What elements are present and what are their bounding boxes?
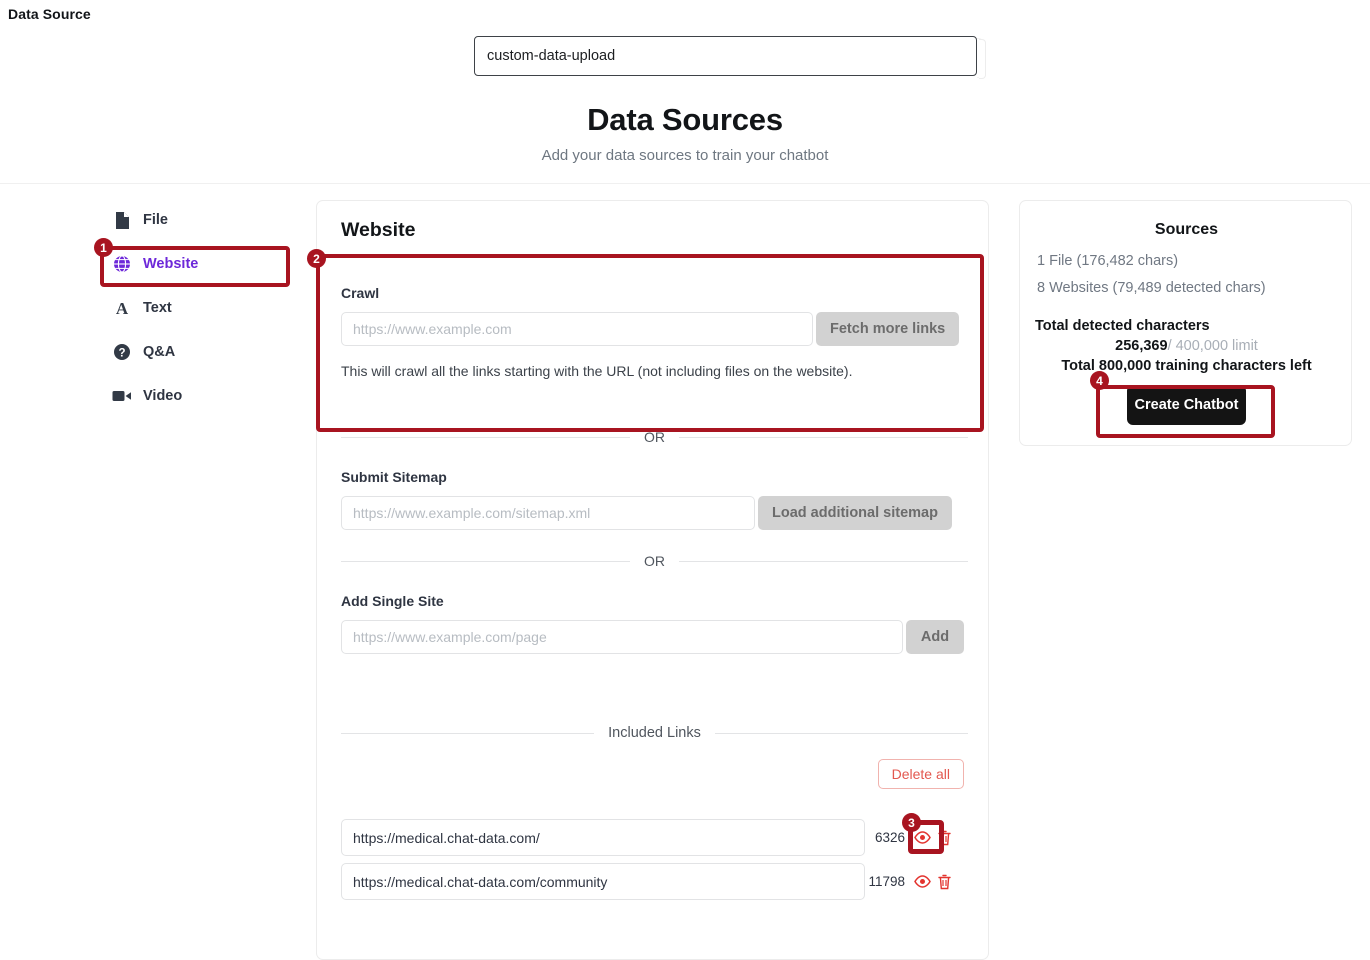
question-circle-icon: ? <box>112 342 132 362</box>
sidebar-item-label: Video <box>143 388 183 404</box>
sources-file-count: 1 File (176,482 chars) <box>1037 253 1179 269</box>
text-a-icon: A <box>112 298 132 318</box>
included-links-label: Included Links <box>608 725 701 741</box>
sitemap-section: Submit Sitemap Load additional sitemap <box>341 469 968 530</box>
sidebar-item-label: File <box>143 212 168 228</box>
trash-icon[interactable] <box>933 827 955 849</box>
included-link-char-count: 11798 <box>868 874 905 889</box>
load-additional-sitemap-button[interactable]: Load additional sitemap <box>758 496 952 530</box>
svg-text:?: ? <box>118 348 125 360</box>
sidebar-item-label: Text <box>143 300 172 316</box>
divider-line-right <box>714 732 969 734</box>
trash-icon[interactable] <box>933 871 955 893</box>
chatbot-name-input[interactable] <box>474 36 977 76</box>
total-detected-characters-value: 256,369/ 400,000 limit <box>1020 338 1353 354</box>
svg-text:A: A <box>116 299 129 317</box>
characters-used: 256,369 <box>1115 338 1168 354</box>
header-divider <box>0 183 1370 184</box>
eye-icon[interactable] <box>911 827 933 849</box>
sidebar-item-video[interactable]: Video <box>100 381 300 411</box>
sitemap-label: Submit Sitemap <box>341 469 447 485</box>
website-panel-title: Website <box>341 219 416 241</box>
included-links-divider: Included Links <box>341 725 969 741</box>
sources-panel-title: Sources <box>1154 221 1219 238</box>
single-site-section: Add Single Site Add <box>341 593 968 654</box>
single-site-input-row: Add <box>341 620 968 654</box>
divider-line-left <box>341 560 630 562</box>
or-divider-2: OR <box>341 553 968 569</box>
included-link-char-count: 6326 <box>874 830 905 845</box>
sidebar-item-label: Website <box>143 256 199 272</box>
crawl-url-input[interactable] <box>341 312 813 346</box>
characters-limit: / 400,000 limit <box>1167 338 1258 354</box>
crawl-label: Crawl <box>341 285 380 301</box>
divider-line-right <box>679 560 968 562</box>
or-divider-1: OR <box>341 429 968 445</box>
single-site-url-input[interactable] <box>341 620 903 654</box>
sitemap-url-input[interactable] <box>341 496 755 530</box>
included-link-row: 6326 <box>341 819 968 856</box>
video-camera-icon <box>112 386 132 406</box>
sidebar-item-label: Q&A <box>143 344 176 360</box>
single-site-label: Add Single Site <box>341 593 444 609</box>
fetch-more-links-button[interactable]: Fetch more links <box>816 312 960 346</box>
sitemap-input-row: Load additional sitemap <box>341 496 968 530</box>
crawl-hint-text: This will crawl all the links starting w… <box>341 363 853 379</box>
included-link-row: 11798 <box>341 863 968 900</box>
sources-panel-card: Sources 1 File (176,482 chars) 8 Website… <box>1019 200 1352 446</box>
top-bar: Data Source <box>0 0 1370 28</box>
or-label: OR <box>644 553 665 569</box>
training-characters-left: Total 800,000 training characters left <box>1061 358 1312 374</box>
eye-icon[interactable] <box>911 871 933 893</box>
page-breadcrumb-title: Data Source <box>8 6 91 22</box>
sources-website-count: 8 Websites (79,489 detected chars) <box>1037 280 1266 296</box>
sidebar-item-website[interactable]: Website <box>100 249 300 279</box>
divider-line-right <box>679 436 968 438</box>
chatbot-name-field-wrapper <box>474 36 986 79</box>
name-input-shadow-inner <box>979 39 986 79</box>
data-source-sidebar: File Website A Text ? Q&A Video <box>100 205 300 425</box>
page-title: Data Sources <box>587 102 783 137</box>
total-detected-characters-label: Total detected characters <box>1035 318 1210 334</box>
divider-line-left <box>341 732 595 734</box>
or-label: OR <box>644 429 665 445</box>
add-single-site-button[interactable]: Add <box>906 620 964 654</box>
file-icon <box>112 210 132 230</box>
globe-icon <box>112 254 132 274</box>
included-link-url-input[interactable] <box>341 819 865 856</box>
website-panel-card: Website Crawl Fetch more links This will… <box>316 200 989 960</box>
crawl-input-row: Fetch more links <box>341 312 968 346</box>
sidebar-item-qa[interactable]: ? Q&A <box>100 337 300 367</box>
divider-line-left <box>341 436 630 438</box>
crawl-section: Crawl Fetch more links This will crawl a… <box>341 285 968 379</box>
sidebar-item-file[interactable]: File <box>100 205 300 235</box>
page-subtitle: Add your data sources to train your chat… <box>541 147 829 164</box>
create-chatbot-button[interactable]: Create Chatbot <box>1127 385 1246 425</box>
delete-all-button[interactable]: Delete all <box>877 759 964 789</box>
included-link-url-input[interactable] <box>341 863 865 900</box>
name-input-shadow-outer <box>977 38 983 78</box>
sidebar-item-text[interactable]: A Text <box>100 293 300 323</box>
